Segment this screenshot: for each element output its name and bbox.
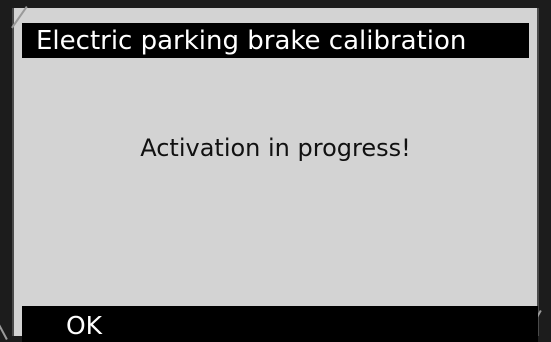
dialog-title-bar: Electric parking brake calibration	[22, 23, 529, 58]
soft-key-bar: OK	[22, 306, 538, 342]
dialog-title: Electric parking brake calibration	[36, 26, 467, 56]
device-frame: Electric parking brake calibration Activ…	[0, 0, 551, 342]
ok-button[interactable]: OK	[66, 306, 102, 342]
bezel-corner-bottom-left	[0, 314, 8, 340]
status-message: Activation in progress!	[140, 134, 411, 162]
